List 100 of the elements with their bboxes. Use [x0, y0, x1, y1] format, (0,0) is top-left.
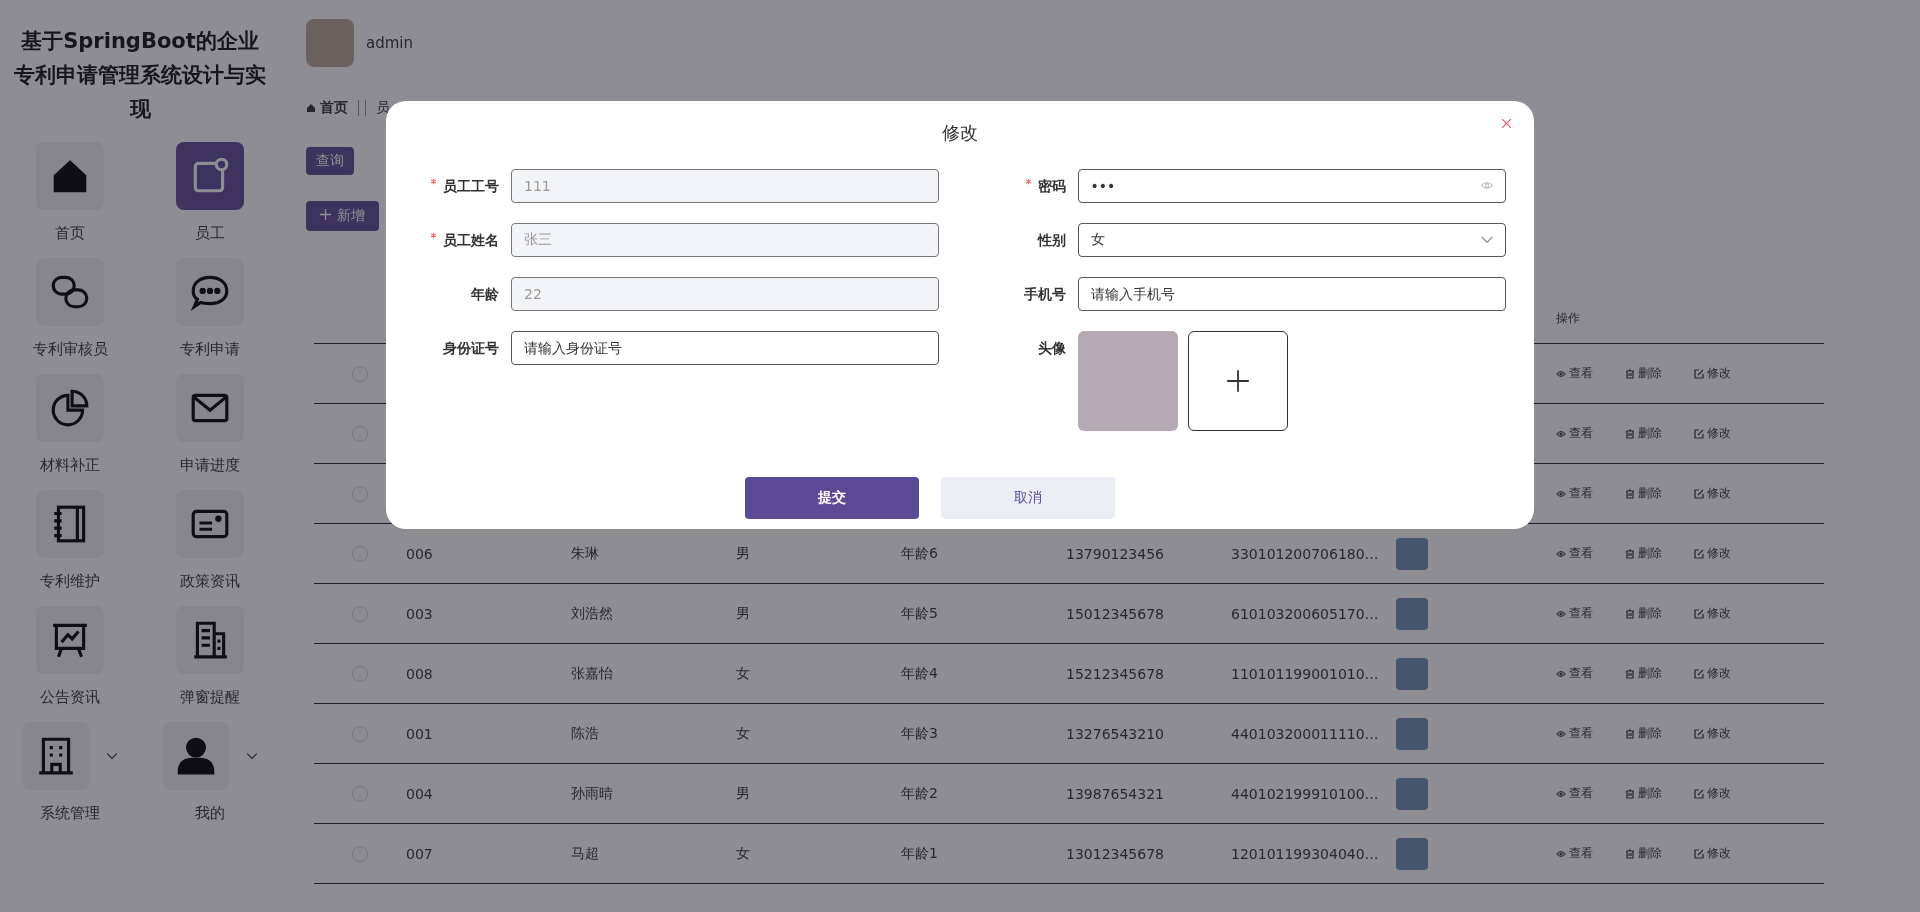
menu-label[interactable]: 公告资讯	[40, 688, 100, 712]
menu-label[interactable]: 政策资讯	[180, 572, 240, 596]
trash-icon	[1625, 788, 1635, 799]
menu-label[interactable]: 申请进度	[180, 456, 240, 480]
table-cell: 陈浩	[571, 724, 599, 741]
field-label: 员工工号	[443, 178, 499, 194]
menu-label[interactable]: 专利维护	[40, 572, 100, 596]
action-link[interactable]: 查看	[1556, 785, 1593, 802]
search-button[interactable]: 查询	[306, 147, 354, 175]
table-cell: 孙雨晴	[571, 784, 613, 801]
action-link[interactable]: 删除	[1625, 665, 1662, 682]
eye-icon	[1556, 488, 1566, 499]
action-link[interactable]: 查看	[1556, 365, 1593, 382]
action-link[interactable]: 删除	[1625, 845, 1662, 862]
action-link[interactable]: 查看	[1556, 605, 1593, 622]
menu-label[interactable]: 材料补正	[40, 456, 100, 480]
table-cell: 年龄6	[901, 544, 938, 561]
action-link[interactable]: 查看	[1556, 725, 1593, 742]
action-link[interactable]: 修改	[1694, 485, 1731, 502]
photo-placeholder	[1396, 837, 1428, 870]
table-cell: 13276543210	[1066, 725, 1164, 742]
action-link[interactable]: 修改	[1694, 785, 1731, 802]
select-field[interactable]: 女	[1077, 223, 1506, 257]
table-cell: 年龄5	[901, 604, 938, 621]
action-link[interactable]: 删除	[1625, 425, 1662, 442]
action-link[interactable]: 修改	[1694, 605, 1731, 622]
submit-button[interactable]: 提交	[745, 477, 919, 519]
add-button[interactable]: 新增	[306, 201, 379, 231]
field-label: 密码	[1037, 178, 1066, 194]
menu-label[interactable]: 专利申请	[180, 340, 240, 364]
input-field[interactable]: 请输入身份证号	[511, 331, 939, 365]
action-link[interactable]: 查看	[1556, 485, 1593, 502]
action-link[interactable]: 修改	[1694, 845, 1731, 862]
menu-tile[interactable]	[176, 374, 244, 442]
chevron-down-icon	[1479, 235, 1494, 244]
field-label: 身份证号	[443, 340, 499, 356]
column-header: 操作	[1555, 309, 1581, 327]
menu-label[interactable]: 员工	[195, 224, 225, 248]
action-link[interactable]: 删除	[1625, 605, 1662, 622]
menu-label[interactable]: 专利审核员	[32, 340, 108, 364]
action-link[interactable]: 删除	[1625, 485, 1662, 502]
action-link[interactable]: 查看	[1556, 545, 1593, 562]
table-cell: 001	[406, 725, 433, 742]
action-link[interactable]: 查看	[1556, 425, 1593, 442]
menu-label[interactable]: 首页	[55, 224, 85, 248]
menu-tile[interactable]	[36, 490, 104, 558]
menu-tile[interactable]	[162, 722, 230, 790]
action-link[interactable]: 修改	[1694, 425, 1731, 442]
table-cell: 330101200706180…	[1231, 545, 1379, 562]
table-cell: 女	[736, 664, 750, 681]
asterisk-icon	[430, 178, 437, 185]
eye-icon	[1556, 728, 1566, 739]
action-link[interactable]: 修改	[1694, 725, 1731, 742]
action-link[interactable]: 删除	[1625, 545, 1662, 562]
close-icon[interactable]	[1501, 118, 1512, 129]
photo-placeholder	[1396, 537, 1428, 570]
action-link[interactable]: 删除	[1625, 365, 1662, 382]
menu-label[interactable]: 弹窗提醒	[180, 688, 240, 712]
app-title: 基于SpringBoot的企业专利申请管理系统设计与实现	[13, 28, 267, 123]
menu-tile[interactable]	[22, 722, 90, 790]
menu-tile[interactable]	[176, 258, 244, 326]
menu-label[interactable]: 我的	[195, 804, 225, 828]
caret-icon[interactable]	[246, 752, 258, 760]
menu-tile[interactable]	[36, 258, 104, 326]
menu-tile[interactable]	[36, 606, 104, 674]
pie-chart-icon	[49, 387, 91, 429]
eye-icon	[1556, 668, 1566, 679]
edit-icon	[1694, 548, 1704, 559]
trash-icon	[1625, 428, 1635, 439]
action-link[interactable]: 修改	[1694, 365, 1731, 382]
photo-placeholder	[1396, 597, 1428, 630]
menu-tile[interactable]	[176, 606, 244, 674]
menu-tile[interactable]	[36, 142, 104, 210]
input-field[interactable]: 请输入手机号	[1077, 277, 1506, 311]
photo-placeholder	[1396, 777, 1428, 810]
upload-button[interactable]	[1187, 331, 1288, 431]
cancel-button[interactable]: 取消	[941, 477, 1115, 519]
table-cell: 15012345678	[1066, 605, 1164, 622]
trash-icon	[1625, 488, 1635, 499]
table-cell: 朱琳	[571, 544, 599, 561]
menu-tile[interactable]	[176, 490, 244, 558]
menu-tile[interactable]	[176, 142, 244, 210]
breadcrumb-link[interactable]: 首页	[320, 99, 348, 117]
password-field[interactable]: •••	[1077, 169, 1506, 203]
action-link[interactable]: 修改	[1694, 665, 1731, 682]
table-cell: 男	[736, 544, 750, 561]
action-link[interactable]: 修改	[1694, 545, 1731, 562]
action-link[interactable]: 删除	[1625, 725, 1662, 742]
caret-icon[interactable]	[106, 752, 118, 760]
table-cell: 004	[406, 785, 433, 802]
action-link[interactable]: 删除	[1625, 785, 1662, 802]
action-link[interactable]: 查看	[1556, 845, 1593, 862]
menu-label[interactable]: 系统管理	[40, 804, 100, 828]
table-cell: 003	[406, 605, 433, 622]
action-link[interactable]: 查看	[1556, 665, 1593, 682]
menu-tile[interactable]	[36, 374, 104, 442]
username[interactable]: admin	[366, 34, 413, 52]
eye-icon	[1556, 608, 1566, 619]
field-label: 年龄	[471, 286, 499, 302]
field-label: 员工姓名	[443, 232, 499, 248]
